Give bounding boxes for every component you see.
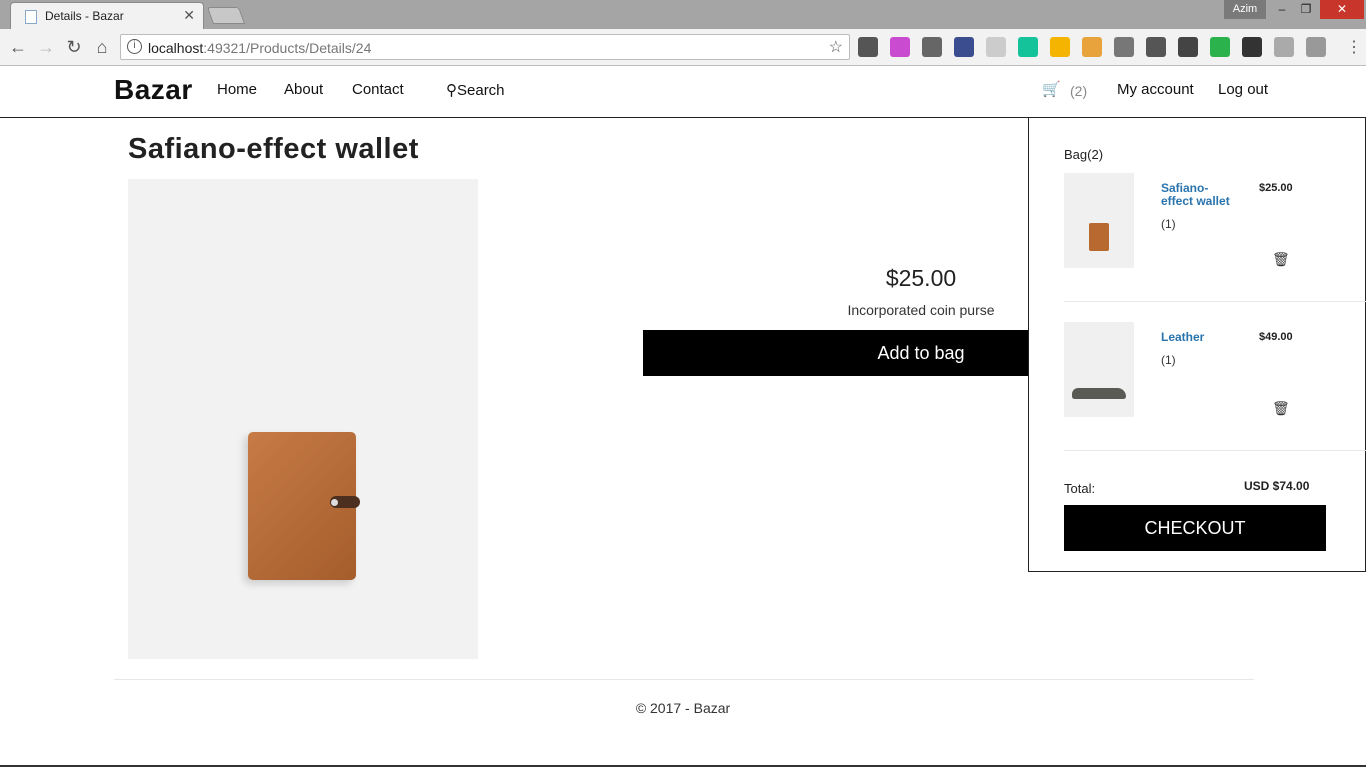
forward-icon[interactable]: → xyxy=(36,37,56,58)
tab-close-icon[interactable]: ✕ xyxy=(183,7,195,24)
cast-icon[interactable] xyxy=(1146,37,1166,57)
checkout-button[interactable]: CHECKOUT xyxy=(1064,505,1326,551)
profile-badge[interactable]: Azim xyxy=(1224,0,1266,19)
bag-dropdown: Bag(2) Safiano-effect wallet (1) $25.00 … xyxy=(1028,117,1366,572)
nav-log-out[interactable]: Log out xyxy=(1218,81,1268,98)
bag-divider xyxy=(1064,450,1366,451)
brand-logo[interactable]: Bazar xyxy=(114,74,193,106)
back-icon[interactable]: ← xyxy=(8,37,28,58)
browser-menu-icon[interactable]: ⋮ xyxy=(1346,37,1362,57)
grammarly-icon[interactable] xyxy=(1018,37,1038,57)
trash-icon[interactable]: 🗑 xyxy=(1272,400,1290,417)
nav-home[interactable]: Home xyxy=(217,81,257,98)
grid-icon[interactable] xyxy=(986,37,1006,57)
url-text: localhost:49321/Products/Details/24 xyxy=(148,40,372,56)
sync-icon[interactable] xyxy=(858,37,878,57)
footer-divider xyxy=(114,679,1254,680)
bag-heading: Bag(2) xyxy=(1064,147,1104,162)
info-icon[interactable]: i xyxy=(127,39,142,54)
footer-text: © 2017 - Bazar xyxy=(635,700,731,716)
bag-item-name[interactable]: Safiano-effect wallet xyxy=(1161,182,1237,208)
trash-icon[interactable]: 🗑 xyxy=(1272,251,1290,268)
bag-divider xyxy=(1064,301,1366,302)
wallet-illustration xyxy=(248,432,360,580)
key-icon[interactable] xyxy=(1274,37,1294,57)
total-label: Total: xyxy=(1064,481,1096,496)
bag-item-name[interactable]: Leather xyxy=(1161,331,1237,344)
bag-item-thumbnail[interactable] xyxy=(1064,173,1134,268)
face-icon[interactable] xyxy=(1082,37,1102,57)
bag-item-thumbnail[interactable] xyxy=(1064,322,1134,417)
nav-my-account[interactable]: My account xyxy=(1117,81,1194,98)
reload-icon[interactable]: ↻ xyxy=(64,37,84,58)
browser-titlebar: Details - Bazar ✕ Azim – ❐ ✕ xyxy=(0,0,1366,29)
total-value: USD $74.00 xyxy=(1244,479,1310,493)
cart-icon[interactable]: 🛒 xyxy=(1042,80,1061,98)
address-bar[interactable]: i localhost:49321/Products/Details/24 ☆ xyxy=(120,34,850,60)
site-header: Bazar Home About Contact ⚲Search 🛒 (2) M… xyxy=(0,66,1366,118)
off-icon[interactable] xyxy=(1242,37,1262,57)
recycle-icon[interactable] xyxy=(922,37,942,57)
page-favicon-icon xyxy=(25,10,37,24)
bag-item: Safiano-effect wallet (1) $25.00 🗑 xyxy=(1029,173,1366,303)
nav-search[interactable]: ⚲Search xyxy=(446,81,505,99)
restore-icon[interactable]: ❐ xyxy=(1293,0,1319,19)
bag-item-qty: (1) xyxy=(1161,353,1176,367)
browser-toolbar: ← → ↻ ⌂ i localhost:49321/Products/Detai… xyxy=(0,29,1366,66)
cart-count[interactable]: (2) xyxy=(1070,83,1087,99)
shield-icon[interactable] xyxy=(1210,37,1230,57)
badge-icon[interactable] xyxy=(1178,37,1198,57)
browser-tab[interactable]: Details - Bazar ✕ xyxy=(10,2,204,29)
json-icon[interactable] xyxy=(1114,37,1134,57)
extension-icons xyxy=(858,37,1326,57)
product-image xyxy=(128,179,478,659)
minimize-icon[interactable]: – xyxy=(1269,0,1295,19)
eyedropper-icon[interactable] xyxy=(954,37,974,57)
product-title: Safiano-effect wallet xyxy=(128,133,419,165)
new-tab-button[interactable] xyxy=(206,7,246,24)
bag-item-price: $25.00 xyxy=(1259,182,1293,194)
drive-icon[interactable] xyxy=(1050,37,1070,57)
search-label: Search xyxy=(457,82,505,99)
dropbox-icon[interactable] xyxy=(1306,37,1326,57)
tab-title: Details - Bazar xyxy=(45,9,124,23)
search-icon: ⚲ xyxy=(446,82,457,99)
close-window-icon[interactable]: ✕ xyxy=(1320,0,1364,19)
nav-about[interactable]: About xyxy=(284,81,323,98)
gradient-icon[interactable] xyxy=(890,37,910,57)
bag-item-price: $49.00 xyxy=(1259,331,1293,343)
bag-item-qty: (1) xyxy=(1161,217,1176,231)
nav-contact[interactable]: Contact xyxy=(352,81,404,98)
bookmark-star-icon[interactable]: ☆ xyxy=(829,37,843,57)
home-icon[interactable]: ⌂ xyxy=(92,37,112,58)
bag-item: Leather (1) $49.00 🗑 xyxy=(1029,322,1366,452)
